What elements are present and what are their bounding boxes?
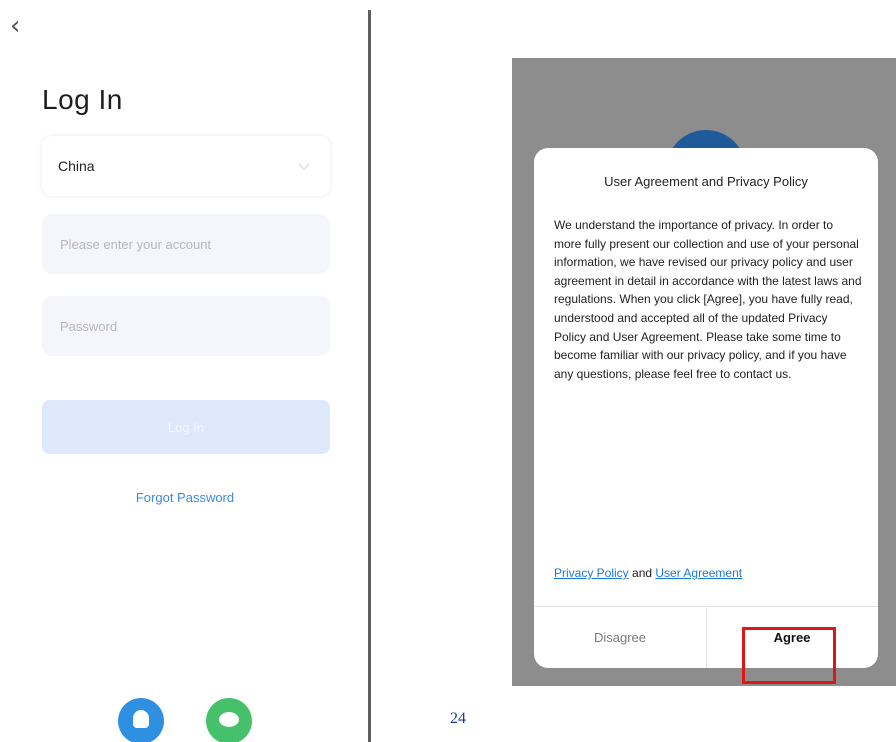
back-chevron-left-icon[interactable]: ‹ [10, 12, 34, 40]
password-input[interactable] [58, 317, 330, 335]
disagree-button[interactable]: Disagree [534, 607, 706, 668]
chevron-down-icon [298, 158, 310, 170]
wechat-icon[interactable] [206, 698, 252, 742]
page-title: Log In [42, 84, 123, 115]
login-screen: ‹ Log In China Log In Forgot Password [0, 0, 370, 742]
forgot-password-link[interactable]: Forgot Password [0, 490, 370, 505]
user-agreement-link[interactable]: User Agreement [655, 566, 742, 580]
page: ‹ Log In China Log In Forgot Password 24… [0, 0, 896, 742]
dialog-screen-overlay: User Agreement and Privacy Policy We und… [512, 58, 896, 686]
privacy-policy-link[interactable]: Privacy Policy [554, 566, 629, 580]
country-select[interactable]: China [42, 136, 330, 196]
dialog-links: Privacy Policy and User Agreement [554, 566, 742, 580]
links-conjunction: and [628, 566, 656, 580]
screen-divider [368, 10, 371, 742]
alexa-icon[interactable] [118, 698, 164, 742]
account-field[interactable] [42, 214, 330, 274]
account-input[interactable] [58, 235, 330, 253]
password-field[interactable] [42, 296, 330, 356]
country-value: China [58, 158, 95, 174]
privacy-dialog: User Agreement and Privacy Policy We und… [534, 148, 878, 668]
login-button[interactable]: Log In [42, 400, 330, 454]
page-number: 24 [450, 710, 466, 727]
dialog-body-text: We understand the importance of privacy.… [554, 218, 862, 381]
agree-button[interactable]: Agree [706, 607, 878, 668]
dialog-title: User Agreement and Privacy Policy [604, 174, 808, 189]
